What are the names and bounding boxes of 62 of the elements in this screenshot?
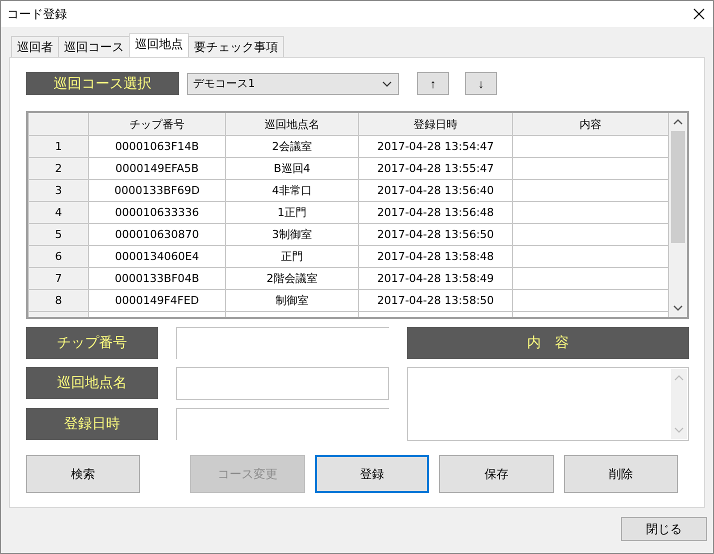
table-cell: B巡回4 — [226, 158, 358, 180]
tab[interactable]: 要チェック事項 — [188, 36, 284, 57]
scroll-thumb[interactable] — [671, 131, 685, 243]
move-button[interactable]: ↑ — [417, 72, 449, 95]
close-button[interactable]: 閉じる — [621, 517, 707, 541]
column-header: 内容 — [512, 113, 668, 136]
window-title: コード登録 — [7, 6, 67, 22]
table-cell: 2017-04-28 13:55:47 — [358, 158, 512, 180]
table-cell: 0000134060E4 — [88, 246, 226, 268]
tab[interactable]: 巡回者 — [11, 36, 59, 57]
content-text-area[interactable] — [407, 367, 689, 441]
corner-header — [28, 113, 88, 136]
field-label: 巡回地点名 — [26, 367, 158, 399]
action-button[interactable]: 保存 — [439, 455, 554, 493]
table-cell: 4非常口 — [226, 180, 358, 202]
table-cell: 2017-04-28 13:54:47 — [358, 136, 512, 158]
table-cell: 2017-04-28 13:58:48 — [358, 246, 512, 268]
scroll-up-icon[interactable] — [673, 118, 683, 126]
course-select-label: 巡回コース選択 — [26, 72, 179, 95]
row-number: 4 — [28, 202, 88, 224]
row-number: 8 — [28, 290, 88, 312]
row-number: 7 — [28, 268, 88, 290]
table-cell: 正門 — [226, 246, 358, 268]
field-label: チップ番号 — [26, 327, 158, 359]
column-header: 登録日時 — [358, 113, 512, 136]
move-button[interactable]: ↓ — [465, 72, 497, 95]
caret-icon — [382, 80, 392, 86]
table-cell: 2017-04-28 13:58:49 — [358, 268, 512, 290]
table-cell: 2017-04-28 13:56:48 — [358, 202, 512, 224]
table-cell: 000010630870 — [88, 224, 226, 246]
table-cell: 000010633336 — [88, 202, 226, 224]
table-cell: 0000149EFA5B — [88, 158, 226, 180]
input-field[interactable] — [176, 367, 389, 400]
table-cell: 2017-04-28 13:56:50 — [358, 224, 512, 246]
table-cell: 0000133BF69D — [88, 180, 226, 202]
action-button[interactable]: 検索 — [26, 455, 140, 493]
table-cell: 2階会議室 — [226, 268, 358, 290]
table-cell: 3制御室 — [226, 224, 358, 246]
tab[interactable]: 巡回地点 — [129, 33, 189, 57]
course-dropdown[interactable]: デモコース1 — [187, 72, 399, 94]
row-number: 5 — [28, 224, 88, 246]
row-number: 3 — [28, 180, 88, 202]
scrollbar[interactable] — [669, 113, 687, 317]
table-cell: 2会議室 — [226, 136, 358, 158]
table-cell: 0000133BF04B — [88, 268, 226, 290]
action-button[interactable]: 登録 — [314, 455, 430, 493]
table-cell: 制御室 — [226, 290, 358, 312]
column-header: チップ番号 — [88, 113, 226, 136]
table-cell: 2017-04-28 13:56:40 — [358, 180, 512, 202]
table-cell: 0000149F4FED — [88, 290, 226, 312]
row-number: 6 — [28, 246, 88, 268]
row-number: 1 — [28, 136, 88, 158]
column-header: 巡回地点名 — [226, 113, 358, 136]
table-cell: 2017-04-28 13:58:50 — [358, 290, 512, 312]
table-cell: 1正門 — [226, 202, 358, 224]
scroll-down-icon[interactable] — [673, 304, 683, 312]
field-label: 登録日時 — [26, 408, 158, 440]
content-label: 内 容 — [407, 327, 689, 359]
table-cell: 00001063F14B — [88, 136, 226, 158]
close-icon[interactable] — [693, 8, 705, 20]
row-number: 2 — [28, 158, 88, 180]
action-button[interactable]: 削除 — [564, 455, 678, 493]
